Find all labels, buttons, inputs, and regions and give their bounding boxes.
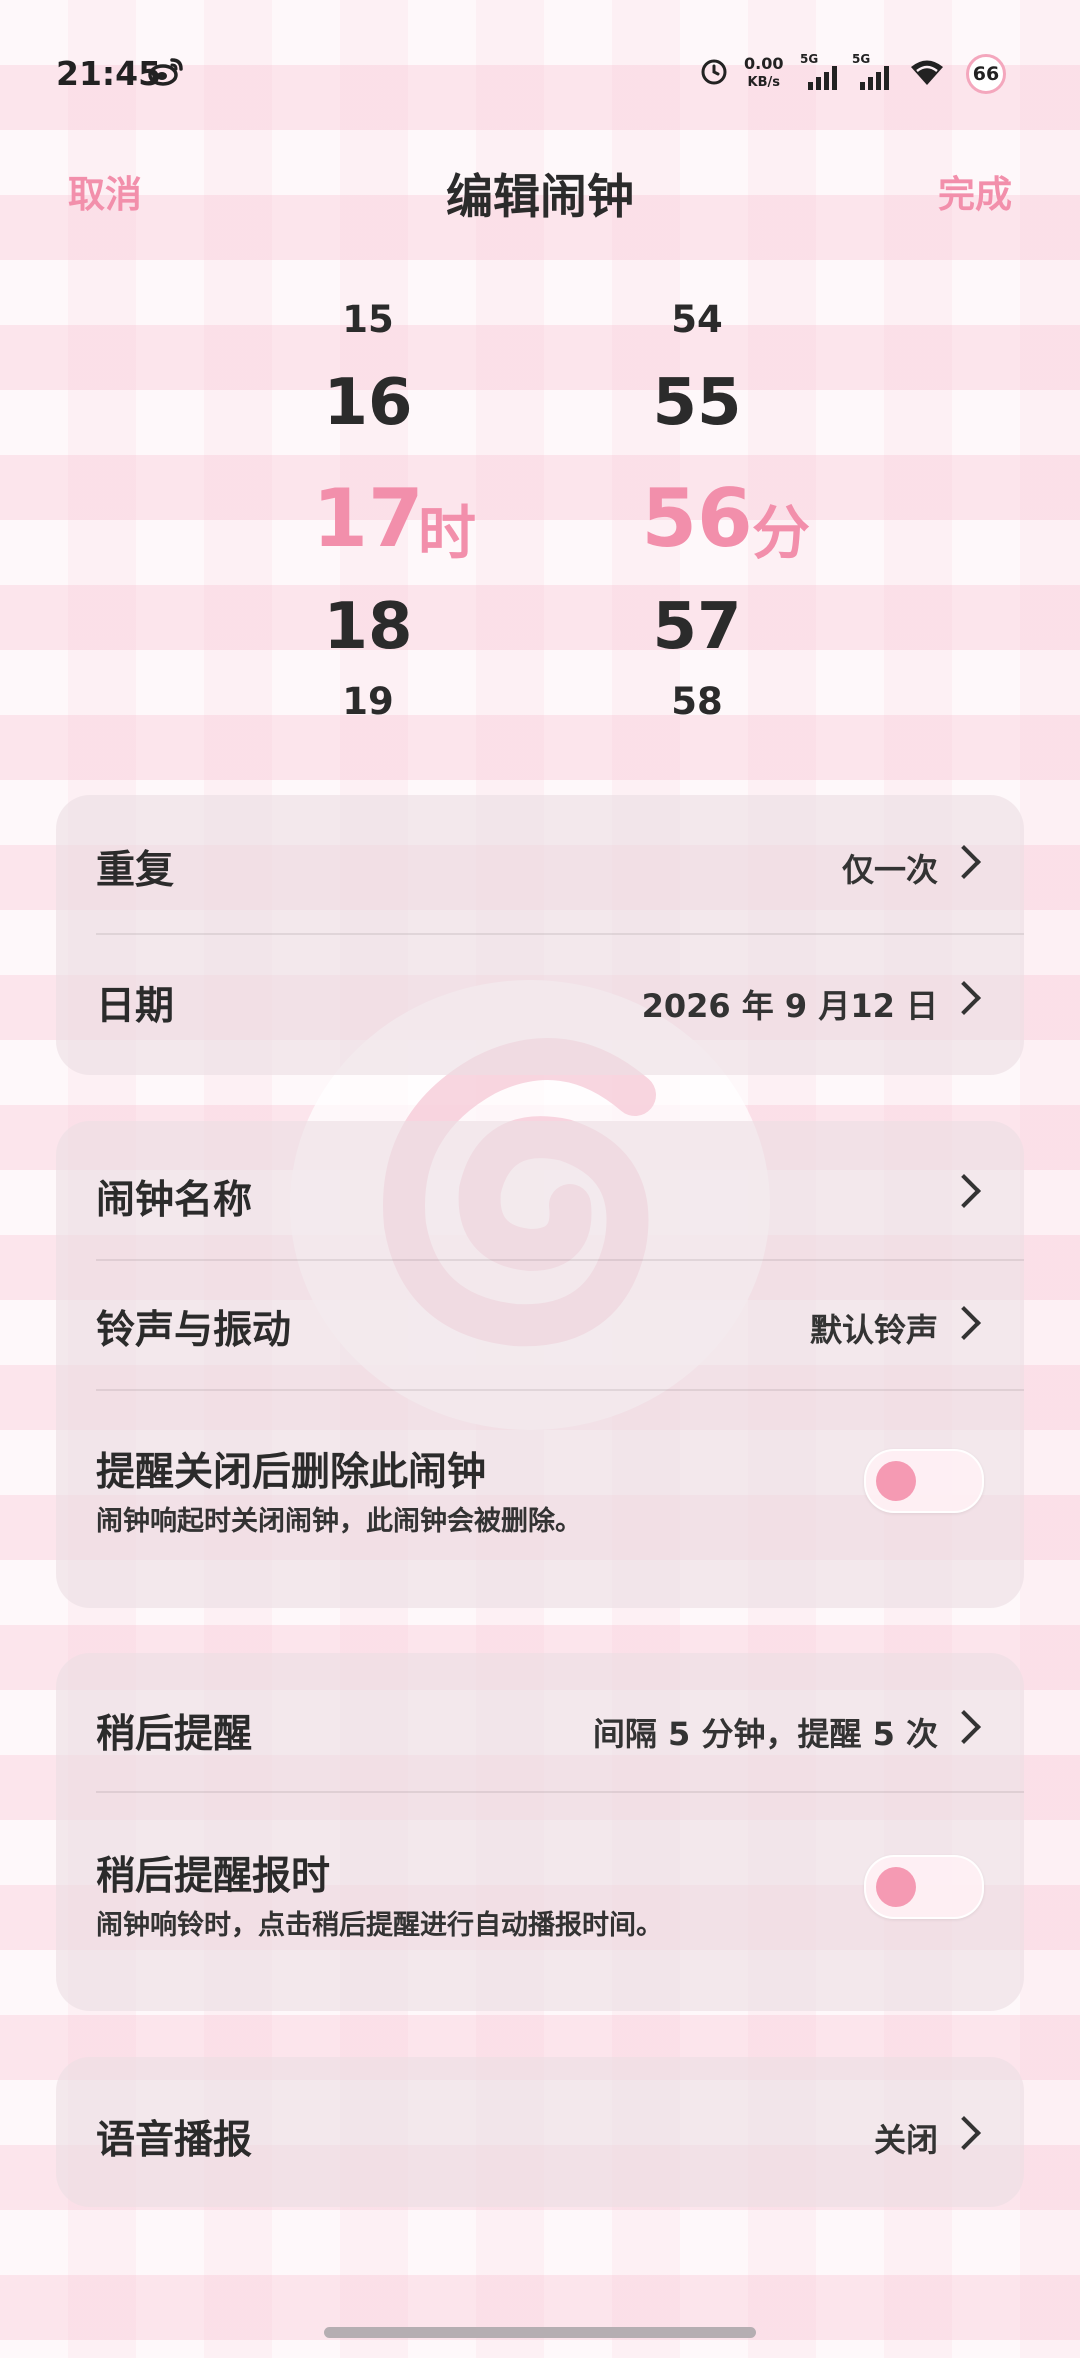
date-label: 日期 bbox=[96, 984, 175, 1029]
ringtone-value: 默认铃声 bbox=[809, 1311, 938, 1349]
home-indicator[interactable] bbox=[324, 2327, 756, 2338]
date-value: 2026 年 9 月12 日 bbox=[641, 987, 938, 1025]
hour-option[interactable]: 15 bbox=[268, 298, 468, 341]
alarm-name-row[interactable]: 闹钟名称 bbox=[96, 1121, 984, 1251]
repeat-value: 仅一次 bbox=[841, 851, 938, 889]
weibo-icon bbox=[148, 56, 184, 90]
snooze-announce-label: 稍后提醒报时 bbox=[96, 1854, 331, 1899]
battery-level: 66 bbox=[972, 63, 1000, 85]
minute-option[interactable]: 54 bbox=[597, 298, 797, 341]
date-row[interactable]: 日期 2026 年 9 月12 日 bbox=[96, 935, 984, 1065]
chevron-right-icon bbox=[947, 1710, 981, 1744]
net-speed-value: 0.00 bbox=[744, 54, 784, 73]
ringtone-row[interactable]: 铃声与振动 默认铃声 bbox=[96, 1261, 984, 1391]
page-title: 编辑闹钟 bbox=[446, 170, 634, 225]
minute-option[interactable]: 57 bbox=[597, 590, 797, 664]
toggle-knob bbox=[876, 1461, 916, 1501]
net-speed: 0.00 KB/s bbox=[744, 54, 783, 92]
minute-option[interactable]: 58 bbox=[597, 680, 797, 723]
hour-option[interactable]: 18 bbox=[268, 590, 468, 664]
alarm-name-label: 闹钟名称 bbox=[96, 1178, 253, 1223]
sim1-label: 5G bbox=[800, 52, 819, 66]
hour-option[interactable]: 19 bbox=[268, 680, 468, 723]
voice-value: 关闭 bbox=[873, 2121, 938, 2159]
wifi-icon bbox=[910, 58, 944, 90]
battery-icon: 66 bbox=[966, 54, 1006, 94]
alarm-clock-icon bbox=[700, 58, 728, 90]
voice-label: 语音播报 bbox=[96, 2118, 253, 2163]
chevron-right-icon bbox=[947, 981, 981, 1015]
minute-option[interactable]: 55 bbox=[597, 366, 797, 440]
snooze-announce-desc: 闹钟响铃时，点击稍后提醒进行自动播报时间。 bbox=[96, 1910, 663, 1941]
toggle-knob bbox=[876, 1867, 916, 1907]
status-time: 21:45 bbox=[56, 54, 162, 93]
repeat-row[interactable]: 重复 仅一次 bbox=[96, 795, 984, 925]
delete-after-toggle[interactable] bbox=[864, 1449, 984, 1513]
snooze-announce-row: 稍后提醒报时 闹钟响铃时，点击稍后提醒进行自动播报时间。 bbox=[96, 1793, 984, 1993]
snooze-row[interactable]: 稍后提醒 间隔 5 分钟，提醒 5 次 bbox=[96, 1653, 984, 1791]
delete-after-label: 提醒关闭后删除此闹钟 bbox=[96, 1450, 487, 1495]
snooze-card: 稍后提醒 间隔 5 分钟，提醒 5 次 稍后提醒报时 闹钟响铃时，点击稍后提醒进… bbox=[56, 1653, 1024, 2011]
done-button[interactable]: 完成 bbox=[938, 164, 1012, 218]
status-bar: 21:45 0.00 KB/s 5G 5G 66 bbox=[0, 0, 1080, 150]
voice-card: 语音播报 关闭 bbox=[56, 2057, 1024, 2207]
hour-unit: 时 bbox=[418, 499, 477, 567]
chevron-right-icon bbox=[947, 1174, 981, 1208]
repeat-label: 重复 bbox=[96, 848, 175, 893]
snooze-announce-toggle[interactable] bbox=[864, 1855, 984, 1919]
net-speed-unit: KB/s bbox=[747, 75, 780, 90]
snooze-value: 间隔 5 分钟，提醒 5 次 bbox=[592, 1715, 938, 1753]
minute-unit: 分 bbox=[752, 499, 811, 567]
chevron-right-icon bbox=[947, 845, 981, 879]
ringtone-label: 铃声与振动 bbox=[96, 1308, 292, 1353]
hour-option[interactable]: 16 bbox=[268, 366, 468, 440]
chevron-right-icon bbox=[947, 2116, 981, 2150]
name-ringtone-card: 闹钟名称 铃声与振动 默认铃声 提醒关闭后删除此闹钟 闹钟响起时关闭闹钟，此闹钟… bbox=[56, 1121, 1024, 1608]
delete-after-desc: 闹钟响起时关闭闹钟，此闹钟会被删除。 bbox=[96, 1506, 582, 1537]
voice-row[interactable]: 语音播报 关闭 bbox=[96, 2057, 984, 2207]
delete-after-row: 提醒关闭后删除此闹钟 闹钟响起时关闭闹钟，此闹钟会被删除。 bbox=[96, 1391, 984, 1591]
sim2-label: 5G bbox=[852, 52, 871, 66]
repeat-date-card: 重复 仅一次 日期 2026 年 9 月12 日 bbox=[56, 795, 1024, 1075]
snooze-label: 稍后提醒 bbox=[96, 1712, 253, 1757]
chevron-right-icon bbox=[947, 1306, 981, 1340]
